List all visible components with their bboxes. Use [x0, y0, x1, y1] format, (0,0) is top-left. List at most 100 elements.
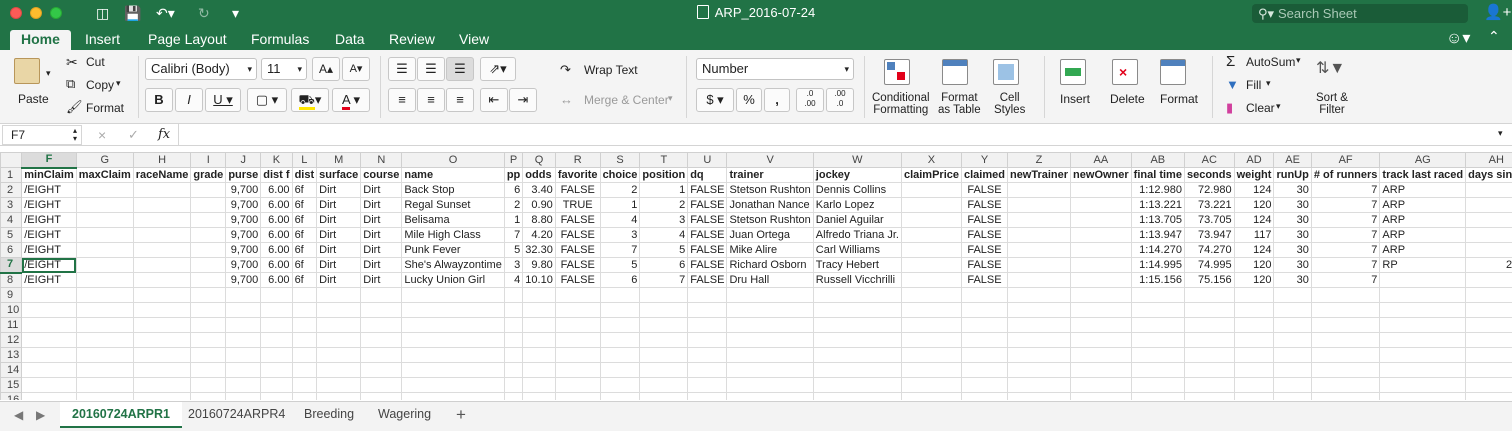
table-cell[interactable]: FALSE	[961, 197, 1008, 213]
table-cell[interactable]: Stetson Rushton	[726, 182, 814, 198]
table-cell[interactable]: 30	[1273, 182, 1312, 198]
table-cell[interactable]: 30	[1273, 212, 1312, 228]
table-cell[interactable]	[260, 317, 293, 333]
table-cell[interactable]	[21, 377, 77, 393]
column-label-cell[interactable]: minClaim	[21, 167, 77, 183]
sheet-tab-20160724arpr1[interactable]: 20160724ARPR1	[60, 402, 182, 428]
sheet-tab-wagering[interactable]: Wagering	[366, 402, 443, 428]
table-cell[interactable]: Belisama	[401, 212, 505, 228]
table-cell[interactable]: 6.00	[260, 197, 293, 213]
table-cell[interactable]: FALSE	[687, 242, 728, 258]
table-cell[interactable]	[812, 362, 902, 378]
borders-icon[interactable]: ▢ ▾	[247, 88, 287, 112]
align-top-icon[interactable]: ☰	[388, 57, 416, 81]
font-name-select[interactable]: Calibri (Body) ▾	[145, 58, 257, 80]
spreadsheet-grid[interactable]: FGHIJKLMNOPQRSTUVWXYZAAABACADAEAFAGAHAIA…	[0, 152, 1512, 400]
table-cell[interactable]: Dirt	[360, 212, 403, 228]
table-cell[interactable]	[1070, 362, 1132, 378]
column-label-cell[interactable]: pp	[503, 167, 524, 183]
format-painter-icon[interactable]: 🖌	[66, 99, 83, 115]
name-box[interactable]: F7 ▴ ▾	[2, 125, 82, 145]
row-header[interactable]: 5	[0, 227, 23, 243]
table-cell[interactable]	[21, 332, 77, 348]
table-cell[interactable]	[75, 392, 134, 400]
table-cell[interactable]	[961, 377, 1008, 393]
table-cell[interactable]	[1130, 302, 1185, 318]
table-cell[interactable]	[1233, 302, 1275, 318]
merge-center-icon[interactable]: ↔	[560, 92, 573, 107]
table-cell[interactable]	[401, 377, 505, 393]
table-cell[interactable]	[21, 317, 77, 333]
table-cell[interactable]	[132, 317, 192, 333]
table-cell[interactable]	[1310, 332, 1381, 348]
table-cell[interactable]	[132, 257, 192, 273]
table-cell[interactable]	[522, 392, 556, 400]
enter-check-icon[interactable]: ✓	[128, 127, 139, 143]
table-cell[interactable]: 14	[1465, 227, 1512, 243]
column-label-cell[interactable]: claimPrice	[900, 167, 963, 183]
table-cell[interactable]: 1	[599, 197, 641, 213]
table-cell[interactable]: Dirt	[316, 182, 362, 198]
table-cell[interactable]: 6.00	[260, 257, 293, 273]
table-cell[interactable]	[1233, 362, 1275, 378]
table-cell[interactable]: Tracy Hebert	[812, 257, 902, 273]
insert-function-icon[interactable]: fx	[158, 127, 170, 142]
table-cell[interactable]: 6f	[291, 212, 318, 228]
table-cell[interactable]	[639, 347, 689, 363]
table-cell[interactable]: ARP	[1379, 227, 1467, 243]
table-cell[interactable]: 73.705	[1183, 212, 1235, 228]
table-cell[interactable]	[291, 392, 318, 400]
table-cell[interactable]	[132, 347, 192, 363]
table-cell[interactable]	[1130, 317, 1185, 333]
table-cell[interactable]	[900, 347, 963, 363]
table-cell[interactable]	[1130, 362, 1185, 378]
table-cell[interactable]	[1130, 392, 1185, 400]
table-cell[interactable]	[1006, 362, 1072, 378]
table-cell[interactable]	[1070, 287, 1132, 303]
align-center-icon[interactable]: ≡	[417, 88, 445, 112]
wrap-text-icon[interactable]: ↷	[560, 62, 571, 78]
table-cell[interactable]: 120	[1233, 197, 1275, 213]
table-cell[interactable]: /EIGHT	[21, 242, 77, 258]
table-cell[interactable]	[291, 287, 318, 303]
table-cell[interactable]: 6.00	[260, 272, 293, 288]
table-cell[interactable]	[599, 377, 641, 393]
comma-button[interactable]: ,	[764, 88, 790, 112]
table-cell[interactable]	[1183, 362, 1235, 378]
table-cell[interactable]	[401, 347, 505, 363]
fill-label[interactable]: Fill	[1246, 78, 1261, 92]
table-cell[interactable]	[900, 257, 963, 273]
table-cell[interactable]	[1465, 347, 1512, 363]
table-cell[interactable]: 6	[639, 257, 689, 273]
formula-input[interactable]	[178, 124, 1494, 145]
autosum-dropdown-icon[interactable]: ▾	[1296, 55, 1301, 66]
table-cell[interactable]	[812, 317, 902, 333]
fill-color-icon[interactable]: ⛟▾	[291, 88, 329, 112]
row-header[interactable]: 1	[0, 167, 23, 183]
clear-label[interactable]: Clear	[1246, 101, 1275, 115]
table-cell[interactable]: 6f	[291, 242, 318, 258]
column-header[interactable]: W	[812, 152, 902, 168]
table-cell[interactable]: 4.20	[522, 227, 556, 243]
table-cell[interactable]: 1:14.995	[1130, 257, 1185, 273]
row-header[interactable]: 11	[0, 317, 23, 333]
column-label-cell[interactable]: seconds	[1183, 167, 1235, 183]
table-cell[interactable]	[190, 182, 227, 198]
table-cell[interactable]: /EIGHT	[21, 227, 77, 243]
table-cell[interactable]	[1465, 362, 1512, 378]
column-label-cell[interactable]: course	[360, 167, 403, 183]
italic-button[interactable]: I	[175, 88, 203, 112]
table-cell[interactable]	[961, 362, 1008, 378]
table-cell[interactable]: ARP	[1379, 197, 1467, 213]
table-cell[interactable]	[639, 332, 689, 348]
table-cell[interactable]	[726, 302, 814, 318]
table-cell[interactable]	[503, 287, 524, 303]
column-header[interactable]: Y	[961, 152, 1008, 168]
table-cell[interactable]	[190, 302, 227, 318]
table-cell[interactable]	[1310, 362, 1381, 378]
tab-review[interactable]: Review	[378, 30, 446, 50]
table-cell[interactable]: 9.80	[522, 257, 556, 273]
table-cell[interactable]	[21, 302, 77, 318]
table-cell[interactable]	[1379, 302, 1467, 318]
column-label-cell[interactable]: claimed	[961, 167, 1008, 183]
